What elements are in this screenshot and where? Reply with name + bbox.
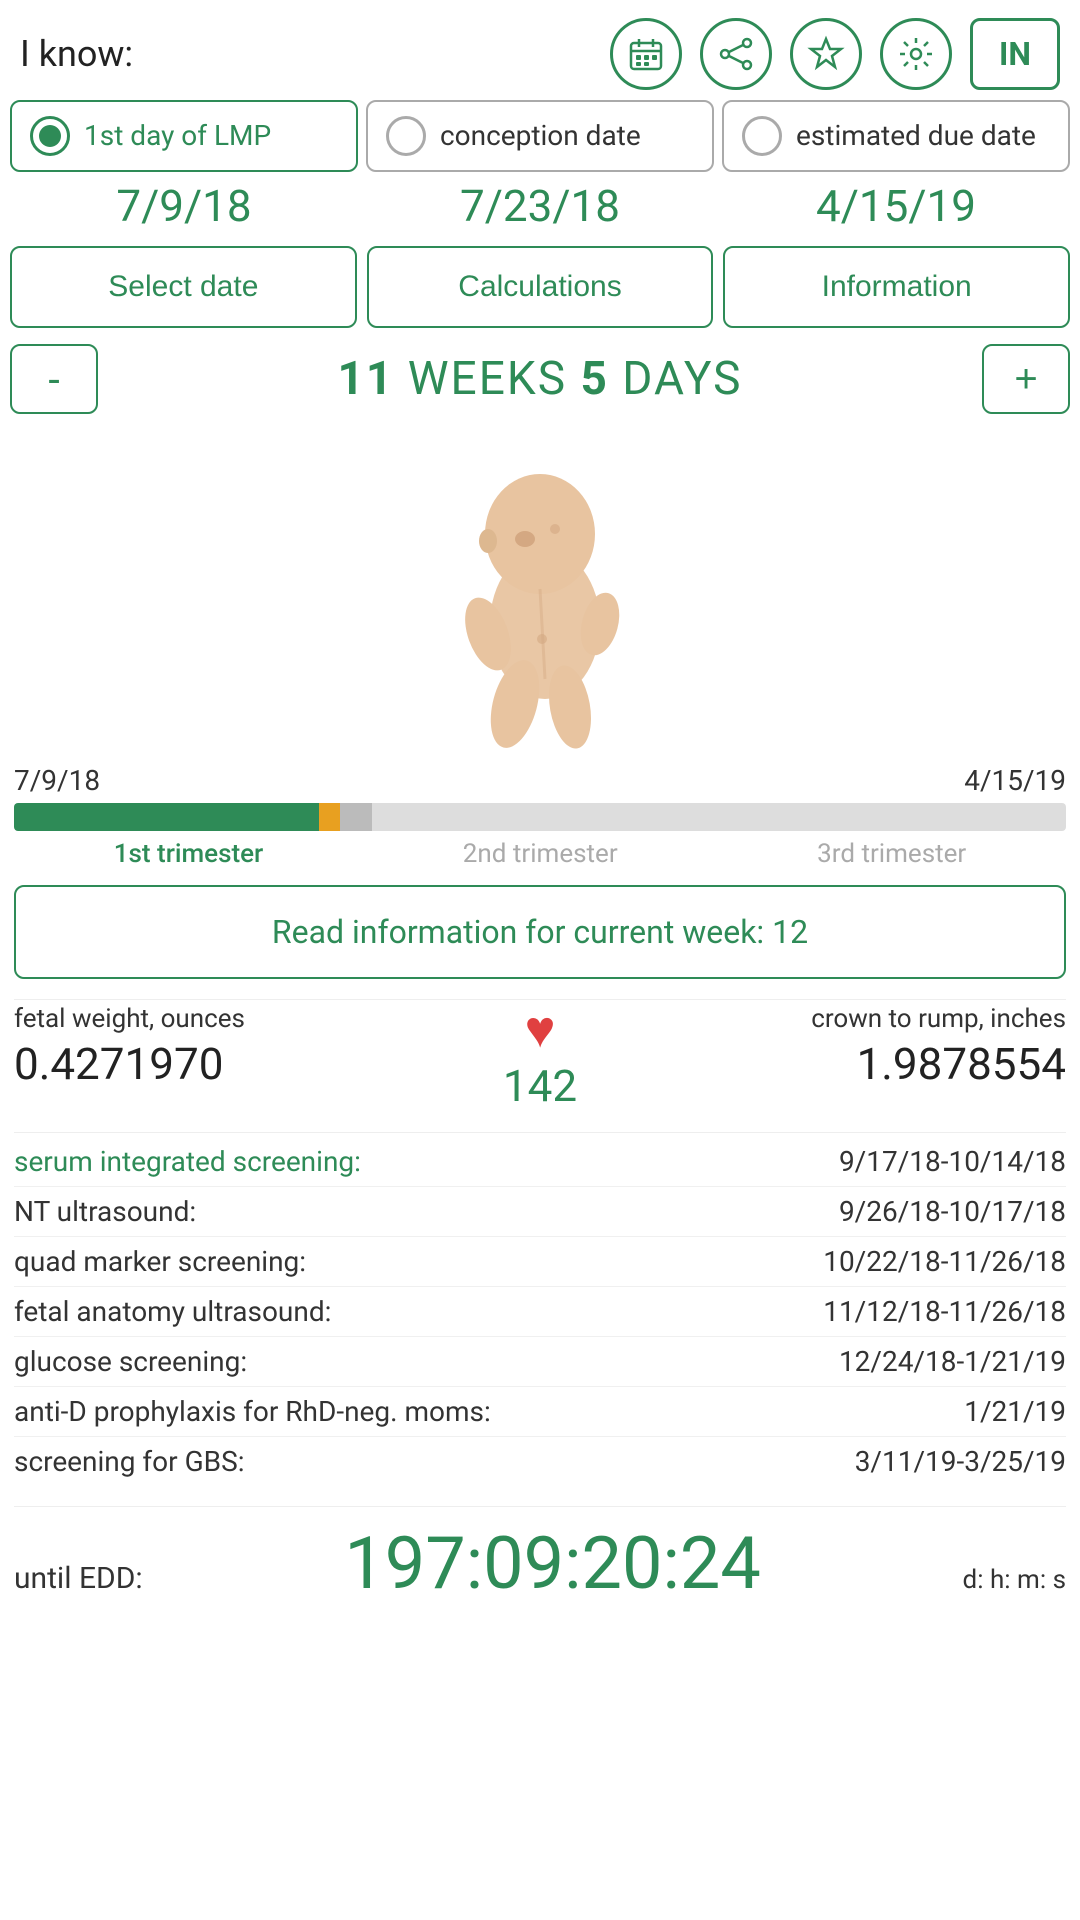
progress-end-date: 4/15/19 [964,764,1066,797]
crown-rump-value: 1.9878554 [600,1038,1066,1090]
radio-lmp[interactable]: 1st day of LMP [10,100,358,172]
medical-table: serum integrated screening: 9/17/18-10/1… [0,1137,1080,1486]
med-val-quad: 10/22/18-11/26/18 [823,1245,1066,1278]
med-val-anatomy: 11/12/18-11/26/18 [823,1295,1066,1328]
language-button[interactable]: IN [970,18,1060,90]
progress-gray-dark [340,803,372,831]
conception-date: 7/23/18 [366,180,714,232]
decrement-week-button[interactable]: - [10,344,98,414]
trimester-2-label: 2nd trimester [463,839,618,869]
share-icon[interactable] [700,18,772,90]
trimester-3-label: 3rd trimester [817,839,966,869]
progress-gray-light [372,803,1066,831]
edd-row: until EDD: 197:09:20:24 d: h: m: s [0,1511,1080,1626]
information-button[interactable]: Information [723,246,1070,328]
weeks-text: WEEKS [394,352,580,406]
due-date: 4/15/19 [722,180,1070,232]
divider-2 [14,1132,1066,1133]
week-display: 11 WEEKS 5 DAYS [98,352,982,406]
week-row: - 11 WEEKS 5 DAYS + [0,344,1080,414]
progress-section: 7/9/18 4/15/19 1st trimester 2nd trimest… [0,764,1080,869]
heart-rate-value: 142 [503,1060,577,1112]
heart-icon: ♥ [525,1004,556,1056]
trimester-labels: 1st trimester 2nd trimester 3rd trimeste… [14,839,1066,869]
progress-orange [319,803,340,831]
lmp-date: 7/9/18 [10,180,358,232]
radio-circle-due [742,116,782,156]
settings-icon[interactable] [880,18,952,90]
med-val-nt: 9/26/18-10/17/18 [839,1195,1066,1228]
days-number: 5 [580,352,608,406]
radio-circle-lmp [30,116,70,156]
header-icons: IN [610,18,1060,90]
med-row-serum: serum integrated screening: 9/17/18-10/1… [14,1137,1066,1187]
divider-3 [14,1506,1066,1507]
med-key-antid: anti-D prophylaxis for RhD-neg. moms: [14,1395,491,1428]
weeks-number: 11 [338,352,395,406]
radio-label-due: estimated due date [796,119,1036,153]
trimester-1-label: 1st trimester [114,839,264,869]
dates-row: 7/9/18 7/23/18 4/15/19 [0,180,1080,232]
select-date-button[interactable]: Select date [10,246,357,328]
header-label: I know: [20,33,133,75]
fetus-image [400,449,680,749]
med-val-glucose: 12/24/18-1/21/19 [839,1345,1066,1378]
progress-bar [14,803,1066,831]
increment-week-button[interactable]: + [982,344,1070,414]
progress-green [14,803,319,831]
read-info-button[interactable]: Read information for current week: 12 [14,885,1066,979]
med-val-gbs: 3/11/19-3/25/19 [855,1445,1066,1478]
days-text: DAYS [609,352,743,406]
stats-section: fetal weight, ounces 0.4271970 ♥ 142 cro… [0,1004,1080,1112]
fetal-weight-block: fetal weight, ounces 0.4271970 [14,1004,480,1090]
calculations-button[interactable]: Calculations [367,246,714,328]
med-row-anatomy: fetal anatomy ultrasound: 11/12/18-11/26… [14,1287,1066,1337]
edd-timer: 197:09:20:24 [159,1521,947,1606]
edd-units: d: h: m: s [963,1565,1066,1595]
med-key-quad: quad marker screening: [14,1245,306,1278]
radio-conception[interactable]: conception date [366,100,714,172]
med-row-gbs: screening for GBS: 3/11/19-3/25/19 [14,1437,1066,1486]
action-buttons: Select date Calculations Information [0,246,1080,328]
med-key-gbs: screening for GBS: [14,1445,245,1478]
radio-label-lmp: 1st day of LMP [84,119,271,153]
fetus-area [0,424,1080,764]
med-row-antid: anti-D prophylaxis for RhD-neg. moms: 1/… [14,1387,1066,1437]
heart-rate-block: ♥ 142 [480,1004,600,1112]
crown-rump-label: crown to rump, inches [600,1004,1066,1034]
med-val-antid: 1/21/19 [964,1395,1066,1428]
med-val-serum: 9/17/18-10/14/18 [839,1145,1066,1178]
radio-label-conception: conception date [440,119,641,153]
med-key-serum: serum integrated screening: [14,1145,361,1178]
progress-dates: 7/9/18 4/15/19 [14,764,1066,797]
med-row-glucose: glucose screening: 12/24/18-1/21/19 [14,1337,1066,1387]
crown-rump-block: crown to rump, inches 1.9878554 [600,1004,1066,1090]
progress-start-date: 7/9/18 [14,764,100,797]
star-icon[interactable] [790,18,862,90]
header: I know: [0,0,1080,100]
edd-label: until EDD: [14,1561,143,1596]
fetal-weight-label: fetal weight, ounces [14,1004,480,1034]
med-row-nt: NT ultrasound: 9/26/18-10/17/18 [14,1187,1066,1237]
fetal-weight-value: 0.4271970 [14,1038,480,1090]
med-key-nt: NT ultrasound: [14,1195,196,1228]
radio-due[interactable]: estimated due date [722,100,1070,172]
med-key-anatomy: fetal anatomy ultrasound: [14,1295,331,1328]
radio-group: 1st day of LMP conception date estimated… [0,100,1080,172]
med-key-glucose: glucose screening: [14,1345,247,1378]
calendar-icon[interactable] [610,18,682,90]
med-row-quad: quad marker screening: 10/22/18-11/26/18 [14,1237,1066,1287]
radio-circle-conception [386,116,426,156]
